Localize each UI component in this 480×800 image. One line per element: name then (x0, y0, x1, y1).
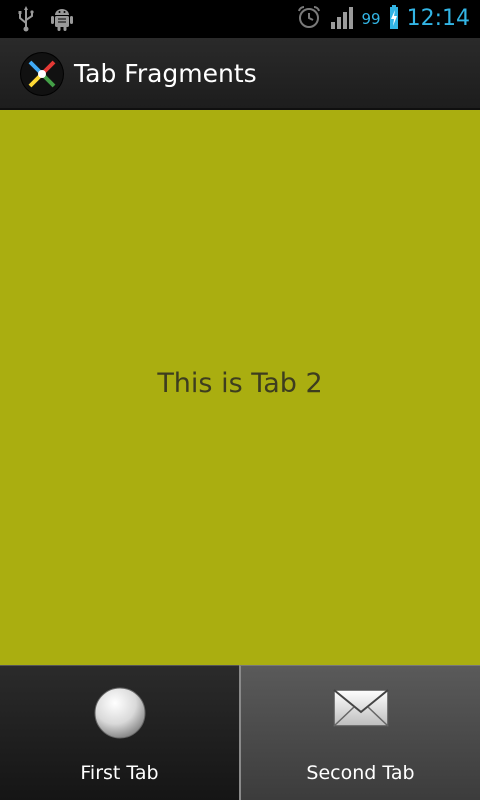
battery-charging-icon (389, 4, 399, 34)
signal-icon (330, 4, 354, 34)
envelope-icon (332, 686, 390, 734)
android-debug-icon (50, 6, 74, 36)
app-title: Tab Fragments (74, 59, 257, 88)
tab-bar: First Tab Second Tab (0, 665, 480, 800)
status-time: 12:14 (406, 6, 470, 31)
tab-second-label: Second Tab (306, 762, 415, 784)
status-notifications (16, 6, 74, 36)
app-logo-icon[interactable] (20, 52, 64, 96)
alarm-icon (296, 4, 322, 34)
tab-first-label: First Tab (80, 762, 159, 784)
action-bar: Tab Fragments (0, 38, 480, 110)
tab-content-text: This is Tab 2 (157, 368, 323, 399)
circle-icon (93, 686, 147, 744)
tab-first[interactable]: First Tab (0, 665, 239, 800)
battery-level: 99 (361, 10, 381, 28)
tab-second[interactable]: Second Tab (239, 665, 480, 800)
tab-content: This is Tab 2 (0, 110, 480, 665)
usb-icon (16, 6, 36, 36)
status-bar: 99 12:14 (0, 0, 480, 38)
status-system: 99 12:14 (296, 4, 470, 34)
